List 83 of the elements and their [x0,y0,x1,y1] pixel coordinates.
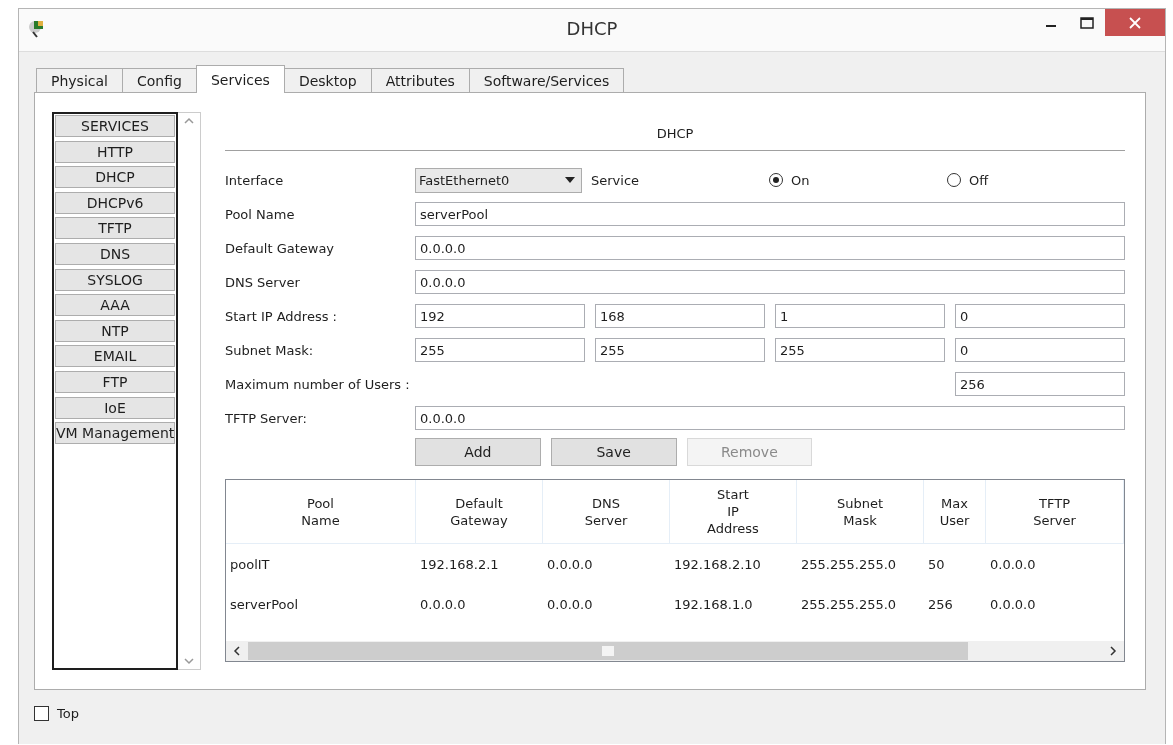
field-label: Service [591,172,641,188]
checkbox-label: Top [57,706,79,721]
tab[interactable]: Software/Services [468,68,625,92]
input-field[interactable]: 255 [415,338,585,362]
table-cell-text: 192.168.2.10 [673,556,762,572]
radio-label: On [791,172,810,188]
tab[interactable]: Physical [36,68,123,92]
column-header[interactable]: Subnet Mask [797,480,924,543]
table-cell-text: serverPool [229,596,300,612]
column-header[interactable]: DNS Server [543,480,670,543]
scroll-down-icon[interactable] [184,657,194,665]
table-cell-text: 256 [927,596,954,612]
table-cell-text: 255.255.255.0 [800,556,898,572]
input-field[interactable]: 192 [415,304,585,328]
close-button[interactable] [1105,9,1165,36]
field-label: Start IP Address : [225,308,338,324]
scroll-thumb[interactable] [248,642,968,660]
service-button[interactable]: SERVICES [55,115,175,137]
service-button[interactable]: TFTP [55,217,175,240]
column-header[interactable]: Default Gateway [416,480,543,543]
input-field[interactable]: 0.0.0.0 [415,236,1125,260]
input-field[interactable]: 255 [595,338,765,362]
input-field[interactable]: 0.0.0.0 [415,406,1125,430]
top-checkbox[interactable] [34,706,49,721]
input-field[interactable]: serverPool [415,202,1125,226]
field-label: TFTP Server: [225,410,308,426]
action-button[interactable]: Add [415,438,541,466]
input-field[interactable]: 0 [955,304,1125,328]
grip-icon [602,646,614,656]
field-label: Pool Name [225,206,296,222]
section-heading: DHCP [225,112,1125,151]
input-field[interactable]: 0 [955,338,1125,362]
service-button[interactable]: DHCP [55,166,175,189]
column-header[interactable]: Start IP Address [670,480,797,543]
close-icon [1129,16,1141,29]
input-field[interactable]: 255 [775,338,945,362]
input-field[interactable]: 256 [955,372,1125,396]
radio-label: Off [969,172,989,188]
column-header[interactable]: Max User [924,480,986,543]
input-field[interactable]: 168 [595,304,765,328]
service-button[interactable]: DHCPv6 [55,191,175,214]
table-cell-text: 0.0.0.0 [546,556,594,572]
app-icon [28,18,46,38]
column-header[interactable]: TFTP Server [986,480,1124,543]
table-cell-text: 0.0.0.0 [989,556,1037,572]
service-button[interactable]: VM Management [55,422,175,445]
input-field[interactable]: 1 [775,304,945,328]
table-cell-text: 50 [927,556,946,572]
service-button[interactable]: DNS [55,242,175,265]
field-label: Default Gateway [225,240,336,256]
scroll-right-icon[interactable] [1109,646,1117,656]
service-button[interactable]: SYSLOG [55,268,175,291]
dropdown-arrow-icon [565,177,575,183]
vertical-scrollbar[interactable] [178,112,201,670]
service-button[interactable]: EMAIL [55,345,175,368]
tab[interactable]: Config [121,68,197,92]
tab[interactable]: Desktop [283,68,372,92]
table-cell-text: 255.255.255.0 [800,596,898,612]
table-cell-text: 0.0.0.0 [989,596,1037,612]
action-button[interactable]: Save [550,438,677,466]
window-title: DHCP [566,18,618,39]
table-cell-text: 0.0.0.0 [546,596,594,612]
service-button[interactable]: NTP [55,319,175,342]
input-field[interactable]: 0.0.0.0 [415,270,1125,294]
tab[interactable]: Services [195,65,285,93]
field-label: DNS Server [225,274,301,290]
service-button[interactable]: IoE [55,396,175,419]
service-button[interactable]: HTTP [55,140,175,163]
table-cell-text: 0.0.0.0 [419,596,467,612]
horizontal-scrollbar[interactable] [226,641,1124,661]
table-cell-text: 192.168.1.0 [673,596,754,612]
scroll-left-icon[interactable] [233,646,241,656]
field-label: Interface [225,172,285,188]
maximize-icon[interactable] [1080,16,1094,29]
field-label: Subnet Mask: [225,342,315,358]
table-cell-text: poolIT [229,556,271,572]
interface-dropdown[interactable]: FastEthernet0 [415,167,582,193]
field-label: Maximum number of Users : [225,376,411,392]
scroll-up-icon[interactable] [184,117,194,125]
column-header[interactable]: Pool Name [226,480,416,543]
service-button[interactable]: AAA [55,294,175,317]
table-cell-text: 192.168.2.1 [419,556,500,572]
service-button[interactable]: FTP [55,370,175,393]
